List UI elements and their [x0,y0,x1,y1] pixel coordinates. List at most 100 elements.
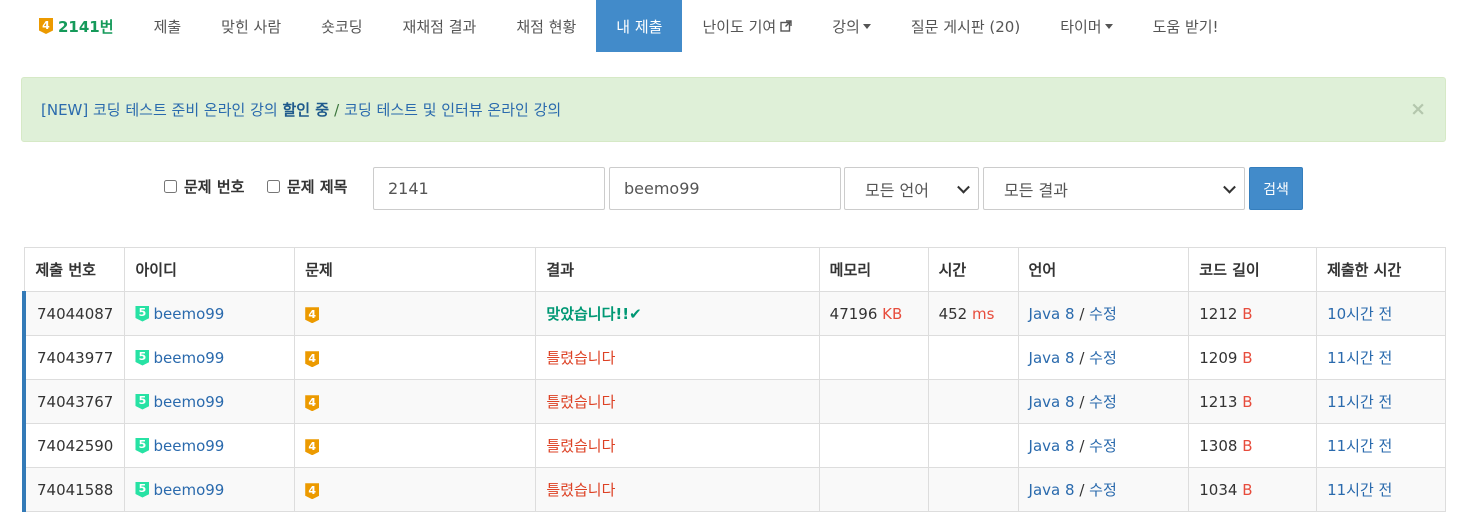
nav-submit-label: 제출 [153,17,182,36]
code-length-value: 1308 [1199,436,1238,455]
language-separator: / [1079,393,1085,411]
language-link[interactable]: Java 8 [1029,437,1075,455]
user-id-link[interactable]: beemo99 [153,437,224,455]
gold-tier-icon[interactable]: 4 [305,483,320,500]
user-cell: 5 beemo99 [124,423,296,468]
nav-my-submissions[interactable]: 내 제출 [596,0,683,52]
gold-tier-icon[interactable]: 4 [305,351,320,368]
time-cell: 452 ms [927,291,1019,336]
gold-tier-icon[interactable]: 4 [305,307,320,324]
problem-cell: 4 [294,335,537,380]
nav-short-coding[interactable]: 숏코딩 [301,0,382,52]
time-cell [927,467,1019,512]
problem-cell: 4 [294,379,537,424]
result-text: 틀렸습니다 [546,437,616,455]
nav-judge-status[interactable]: 채점 현황 [496,0,596,52]
nav-rejudge-results[interactable]: 재채점 결과 [383,0,497,52]
alert-prefix-text: [NEW] 코딩 테스트 준비 온라인 강의 [41,101,278,119]
edit-link[interactable]: 수정 [1089,437,1117,455]
submission-id: 74043977 [22,335,126,380]
gold-tier-icon[interactable]: 4 [305,395,320,412]
nav-timer-label: 타이머 [1060,17,1102,36]
language-cell: Java 8 / 수정 [1017,423,1190,468]
platinum-tier-icon: 5 [135,305,150,322]
submitted-time-link[interactable]: 11시간 전 [1327,437,1392,455]
language-link[interactable]: Java 8 [1029,393,1075,411]
user-id-link[interactable]: beemo99 [153,349,224,367]
memory-unit: KB [882,304,903,323]
submitted-time-cell: 10시간 전 [1316,291,1446,336]
search-button[interactable]: 검색 [1249,167,1303,210]
language-link[interactable]: Java 8 [1029,305,1075,323]
gold-tier-icon[interactable]: 4 [305,439,320,456]
nav-submit[interactable]: 제출 [134,0,202,52]
alert-separator: / [334,100,340,119]
language-separator: / [1079,481,1085,499]
user-id-input[interactable]: beemo99 [609,167,841,210]
alert-highlight-text: 할인 중 [282,101,330,119]
language-select-value: 모든 언어 [865,180,929,200]
table-header-row: 제출 번호 아이디 문제 결과 메모리 시간 언어 코드 길이 제출한 시간 [23,247,1446,292]
edit-link[interactable]: 수정 [1089,393,1117,411]
user-id-link[interactable]: beemo99 [153,393,224,411]
nav-solvers[interactable]: 맞힌 사람 [201,0,301,52]
result-select[interactable]: 모든 결과 [983,167,1245,210]
caret-down-icon [1104,23,1113,29]
language-link[interactable]: Java 8 [1029,481,1075,499]
user-cell: 5 beemo99 [124,291,296,336]
submitted-time-link[interactable]: 11시간 전 [1327,393,1392,411]
result-select-value: 모든 결과 [1004,180,1068,200]
code-length-value: 1034 [1199,480,1238,499]
language-select[interactable]: 모든 언어 [844,167,979,210]
nav-get-help[interactable]: 도움 받기! [1133,0,1239,52]
user-id-link[interactable]: beemo99 [153,481,224,499]
header-user-id: 아이디 [124,247,296,292]
table-row: 74043977 5 beemo99 4 틀렸습니다 Java 8 / 수정 1… [22,335,1446,380]
close-icon[interactable]: × [1410,97,1426,119]
nav-difficulty-contribution[interactable]: 난이도 기여 [682,0,812,52]
header-memory: 메모리 [818,247,929,292]
time-cell [927,423,1019,468]
submitted-time-cell: 11시간 전 [1316,335,1446,380]
platinum-tier-icon: 5 [135,437,150,454]
alert-link-course-discount[interactable]: [NEW] 코딩 테스트 준비 온라인 강의 할인 중 [41,99,329,120]
submitted-time-link[interactable]: 11시간 전 [1327,349,1392,367]
code-length-cell: 1209 B [1188,335,1318,380]
code-length-unit: B [1242,392,1253,411]
gold-tier-icon: 4 [39,18,53,34]
problem-title-checkbox[interactable] [267,180,280,193]
language-link[interactable]: Java 8 [1029,349,1075,367]
language-cell: Java 8 / 수정 [1017,379,1190,424]
code-length-cell: 1213 B [1188,379,1318,424]
nav-difficulty-contribution-label: 난이도 기여 [702,17,777,36]
time-cell [927,379,1019,424]
submitted-time-link[interactable]: 10시간 전 [1327,305,1392,323]
edit-link[interactable]: 수정 [1089,305,1117,323]
problem-cell: 4 [294,291,537,336]
result-cell: 틀렸습니다 [535,335,820,380]
problem-id-value: 2141 [388,179,429,198]
problem-id-input[interactable]: 2141 [373,167,605,210]
problem-number-link[interactable]: 4 2141번 [21,0,134,52]
language-cell: Java 8 / 수정 [1017,335,1190,380]
nav-qna-board[interactable]: 질문 게시판 (20) [891,0,1040,52]
chevron-down-icon [957,180,970,194]
result-text: 맞았습니다!! [546,305,630,323]
problem-number-checkbox-label[interactable]: 문제 번호 [164,176,244,197]
memory-cell: 47196 KB [818,291,929,336]
header-submission-id: 제출 번호 [23,247,126,292]
problem-title-checkbox-label[interactable]: 문제 제목 [267,176,347,197]
submitted-time-link[interactable]: 11시간 전 [1327,481,1392,499]
nav-timer-dropdown[interactable]: 타이머 [1040,0,1132,52]
nav-solvers-label: 맞힌 사람 [221,17,282,36]
language-cell: Java 8 / 수정 [1017,467,1190,512]
platinum-tier-icon: 5 [135,481,150,498]
alert-link-interview-course[interactable]: 코딩 테스트 및 인터뷰 온라인 강의 [344,99,561,120]
user-id-link[interactable]: beemo99 [153,305,224,323]
problem-cell: 4 [294,423,537,468]
nav-lectures-dropdown[interactable]: 강의 [812,0,891,52]
header-submitted-time: 제출한 시간 [1316,247,1446,292]
edit-link[interactable]: 수정 [1089,481,1117,499]
edit-link[interactable]: 수정 [1089,349,1117,367]
problem-number-checkbox[interactable] [164,180,177,193]
